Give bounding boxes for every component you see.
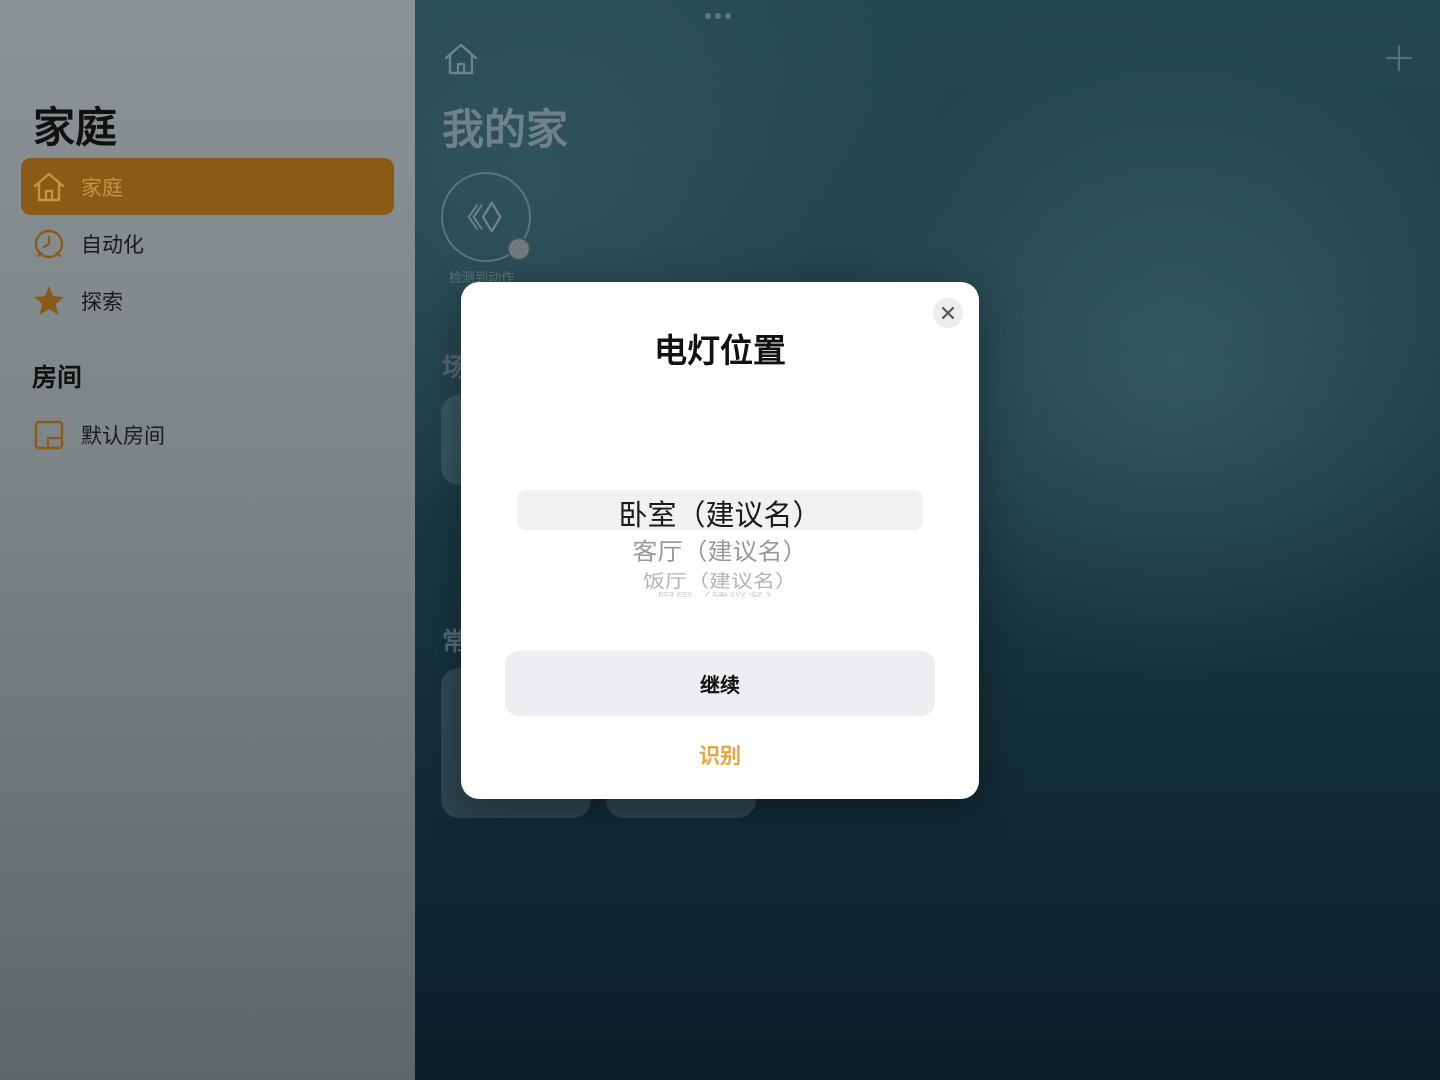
sidebar-item-default-room[interactable]: 默认房间 xyxy=(21,406,394,463)
star-icon xyxy=(34,286,64,315)
page-title: 我的家 xyxy=(442,105,569,154)
room-picker[interactable]: 卧室（建议名） 客厅（建议名） 饭厅（建议名） 厨房（建议名） xyxy=(517,472,923,612)
picker-option[interactable]: 客厅（建议名） xyxy=(517,533,923,567)
sidebar-item-label: 自动化 xyxy=(81,232,144,257)
sidebar-item-home[interactable]: 家庭 xyxy=(21,158,394,215)
continue-button[interactable]: 继续 xyxy=(505,651,935,716)
sidebar-item-label: 家庭 xyxy=(81,175,123,200)
sidebar-item-label: 探索 xyxy=(81,289,123,314)
sidebar: 家庭 家庭 自动化 探索 房间 默认房间 xyxy=(0,0,415,1080)
picker-option-selected[interactable]: 卧室（建议名） xyxy=(517,492,923,534)
motion-alert-badge xyxy=(507,237,531,261)
rooms-section-title: 房间 xyxy=(32,363,83,392)
dialog-title: 电灯位置 xyxy=(654,331,786,370)
room-icon xyxy=(34,420,64,450)
sidebar-item-label: 默认房间 xyxy=(81,423,165,448)
sidebar-item-explore[interactable]: 探索 xyxy=(21,272,394,329)
close-icon xyxy=(941,306,955,320)
picker-option[interactable]: 厨房（建议名） xyxy=(517,589,923,597)
add-icon[interactable] xyxy=(1385,44,1413,72)
home-icon[interactable] xyxy=(443,42,479,76)
sidebar-item-automation[interactable]: 自动化 xyxy=(21,215,394,272)
multitasking-dots[interactable] xyxy=(705,13,731,19)
identify-button[interactable]: 识别 xyxy=(461,740,979,770)
sidebar-title: 家庭 xyxy=(33,103,118,152)
clock-icon xyxy=(34,229,64,259)
home-icon xyxy=(33,172,65,202)
light-location-dialog: 电灯位置 卧室（建议名） 客厅（建议名） 饭厅（建议名） 厨房（建议名） 继续 … xyxy=(461,282,979,799)
